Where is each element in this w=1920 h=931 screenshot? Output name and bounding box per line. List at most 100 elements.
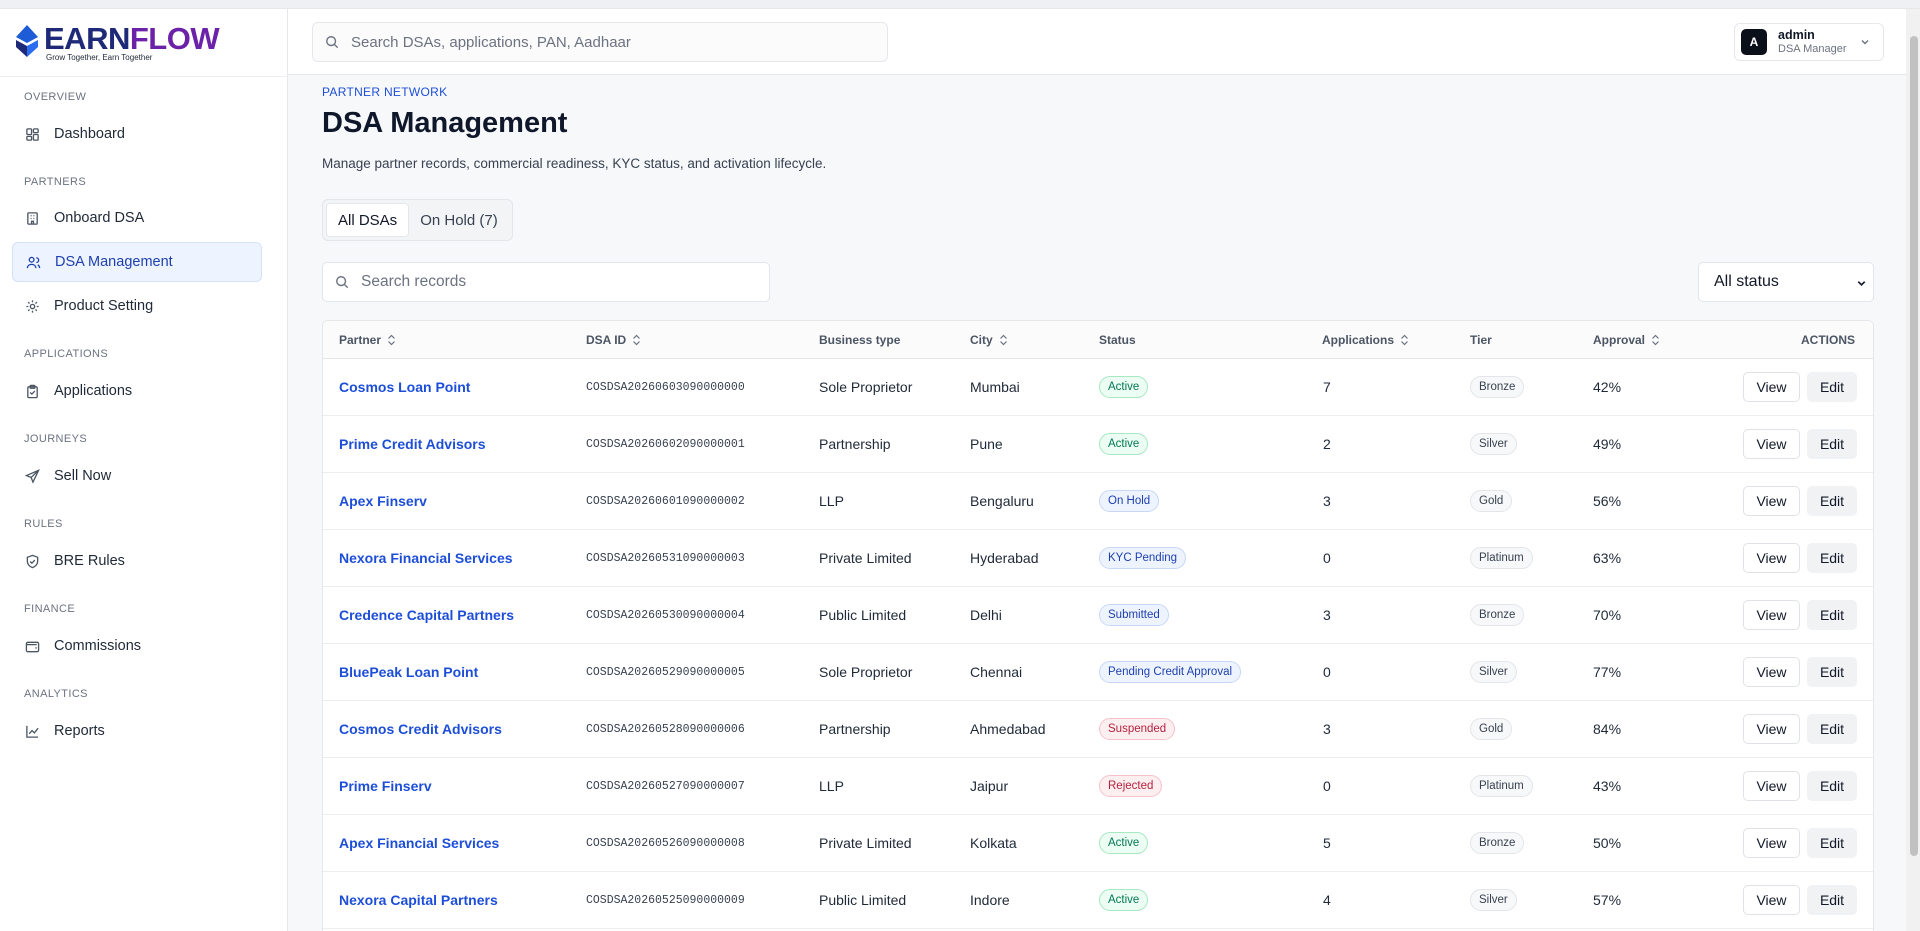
approval-rate: 77% — [1593, 664, 1622, 680]
tier-badge: Platinum — [1470, 547, 1533, 569]
column-header-applications[interactable]: Applications — [1322, 321, 1409, 359]
sidebar-item-dashboard[interactable]: Dashboard — [12, 114, 262, 154]
applications-count: 0 — [1323, 778, 1331, 794]
scrollbar-thumb[interactable] — [1910, 36, 1918, 856]
view-button[interactable]: View — [1743, 429, 1800, 459]
sidebar-item-bre-rules[interactable]: BRE Rules — [12, 541, 262, 581]
partner-name-link[interactable]: Cosmos Loan Point — [339, 379, 470, 395]
column-header-partner[interactable]: Partner — [339, 321, 396, 359]
sort-icon — [1652, 334, 1659, 346]
edit-button[interactable]: Edit — [1807, 828, 1857, 858]
approval-rate: 63% — [1593, 550, 1622, 566]
edit-button[interactable]: Edit — [1807, 771, 1857, 801]
applications-count: 0 — [1323, 550, 1331, 566]
edit-button[interactable]: Edit — [1807, 600, 1857, 630]
city: Indore — [970, 892, 1010, 908]
sidebar-item-applications[interactable]: Applications — [12, 371, 262, 411]
view-button[interactable]: View — [1743, 771, 1800, 801]
applications-count: 7 — [1323, 379, 1331, 395]
records-search-input[interactable] — [361, 273, 761, 291]
status-filter-select[interactable]: All status — [1698, 262, 1874, 302]
partner-name-link[interactable]: BluePeak Loan Point — [339, 664, 478, 680]
sidebar-item-onboard-dsa[interactable]: Onboard DSA — [12, 198, 262, 238]
approval-rate: 56% — [1593, 493, 1622, 509]
edit-button[interactable]: Edit — [1807, 486, 1857, 516]
global-search-input[interactable] — [351, 33, 871, 51]
view-button[interactable]: View — [1743, 657, 1800, 687]
user-role: DSA Manager — [1778, 43, 1847, 55]
view-button[interactable]: View — [1743, 828, 1800, 858]
view-button[interactable]: View — [1743, 600, 1800, 630]
section-journeys: JOURNEYS — [24, 433, 88, 445]
top-bar: A admin DSA Manager — [288, 9, 1920, 75]
avatar: A — [1741, 29, 1767, 55]
column-header-city[interactable]: City — [970, 321, 1008, 359]
city: Pune — [970, 436, 1003, 452]
edit-button[interactable]: Edit — [1807, 657, 1857, 687]
edit-button[interactable]: Edit — [1807, 714, 1857, 744]
edit-button[interactable]: Edit — [1807, 885, 1857, 915]
approval-rate: 50% — [1593, 835, 1622, 851]
page-title: DSA Management — [322, 107, 568, 139]
column-header-dsa-id[interactable]: DSA ID — [586, 321, 641, 359]
status-badge: Suspended — [1099, 718, 1176, 740]
business-type: Public Limited — [819, 892, 907, 908]
table-row: Nexora Financial Services COSDSA202605310… — [323, 530, 1873, 587]
table-row: Cosmos Loan Point COSDSA20260603090000000… — [323, 359, 1873, 416]
table-row: Prime Credit Advisors COSDSA2026060209000… — [323, 416, 1873, 473]
tab-on-hold[interactable]: On Hold (7) — [409, 203, 509, 237]
section-analytics: ANALYTICS — [24, 688, 88, 700]
section-partners: PARTNERS — [24, 176, 87, 188]
partner-name-link[interactable]: Nexora Financial Services — [339, 550, 513, 566]
partner-name-link[interactable]: Apex Finserv — [339, 493, 427, 509]
partner-name-link[interactable]: Prime Credit Advisors — [339, 436, 486, 452]
partner-name-link[interactable]: Nexora Capital Partners — [339, 892, 498, 908]
records-search[interactable] — [322, 262, 770, 302]
tab-all-dsas[interactable]: All DSAs — [326, 203, 410, 237]
column-header-approval[interactable]: Approval — [1593, 321, 1660, 359]
status-badge: On Hold — [1099, 490, 1160, 512]
city: Hyderabad — [970, 550, 1039, 566]
sidebar-item-product-setting[interactable]: Product Setting — [12, 286, 262, 326]
view-button[interactable]: View — [1743, 372, 1800, 402]
tab-bar: All DSAs On Hold (7) — [322, 199, 513, 241]
view-button[interactable]: View — [1743, 885, 1800, 915]
approval-rate: 57% — [1593, 892, 1622, 908]
applications-count: 3 — [1323, 721, 1331, 737]
sidebar-item-sell-now[interactable]: Sell Now — [12, 456, 262, 496]
approval-rate: 70% — [1593, 607, 1622, 623]
shield-icon — [24, 553, 40, 569]
sidebar-divider — [0, 76, 288, 77]
edit-button[interactable]: Edit — [1807, 429, 1857, 459]
applications-count: 4 — [1323, 892, 1331, 908]
dsa-id: COSDSA20260528090000006 — [586, 722, 745, 736]
tier-badge: Silver — [1470, 889, 1517, 911]
sidebar-item-commissions[interactable]: Commissions — [12, 626, 262, 666]
users-icon — [25, 254, 41, 270]
partner-name-link[interactable]: Credence Capital Partners — [339, 607, 514, 623]
partner-name-link[interactable]: Cosmos Credit Advisors — [339, 721, 502, 737]
brand-logo-icon — [16, 25, 38, 57]
user-menu[interactable]: A admin DSA Manager — [1734, 23, 1884, 61]
partner-name-link[interactable]: Apex Financial Services — [339, 835, 499, 851]
business-type: LLP — [819, 493, 844, 509]
brand-logo[interactable]: EARNFLOW Grow Together, Earn Together — [14, 21, 220, 69]
applications-count: 0 — [1323, 664, 1331, 680]
edit-button[interactable]: Edit — [1807, 372, 1857, 402]
applications-count: 3 — [1323, 493, 1331, 509]
global-search[interactable] — [312, 22, 888, 62]
view-button[interactable]: View — [1743, 486, 1800, 516]
brand-name-part1: EARN — [44, 21, 130, 56]
view-button[interactable]: View — [1743, 714, 1800, 744]
grid-icon — [24, 126, 40, 142]
city: Ahmedabad — [970, 721, 1046, 737]
city: Kolkata — [970, 835, 1017, 851]
business-type: Partnership — [819, 436, 891, 452]
table-row: Cosmos Credit Advisors COSDSA202605280900… — [323, 701, 1873, 758]
view-button[interactable]: View — [1743, 543, 1800, 573]
edit-button[interactable]: Edit — [1807, 543, 1857, 573]
sidebar-item-reports[interactable]: Reports — [12, 711, 262, 751]
partner-name-link[interactable]: Prime Finserv — [339, 778, 432, 794]
sidebar-item-dsa-management[interactable]: DSA Management — [12, 242, 262, 282]
table-row: Nexora Capital Partners COSDSA20260525090… — [323, 872, 1873, 929]
